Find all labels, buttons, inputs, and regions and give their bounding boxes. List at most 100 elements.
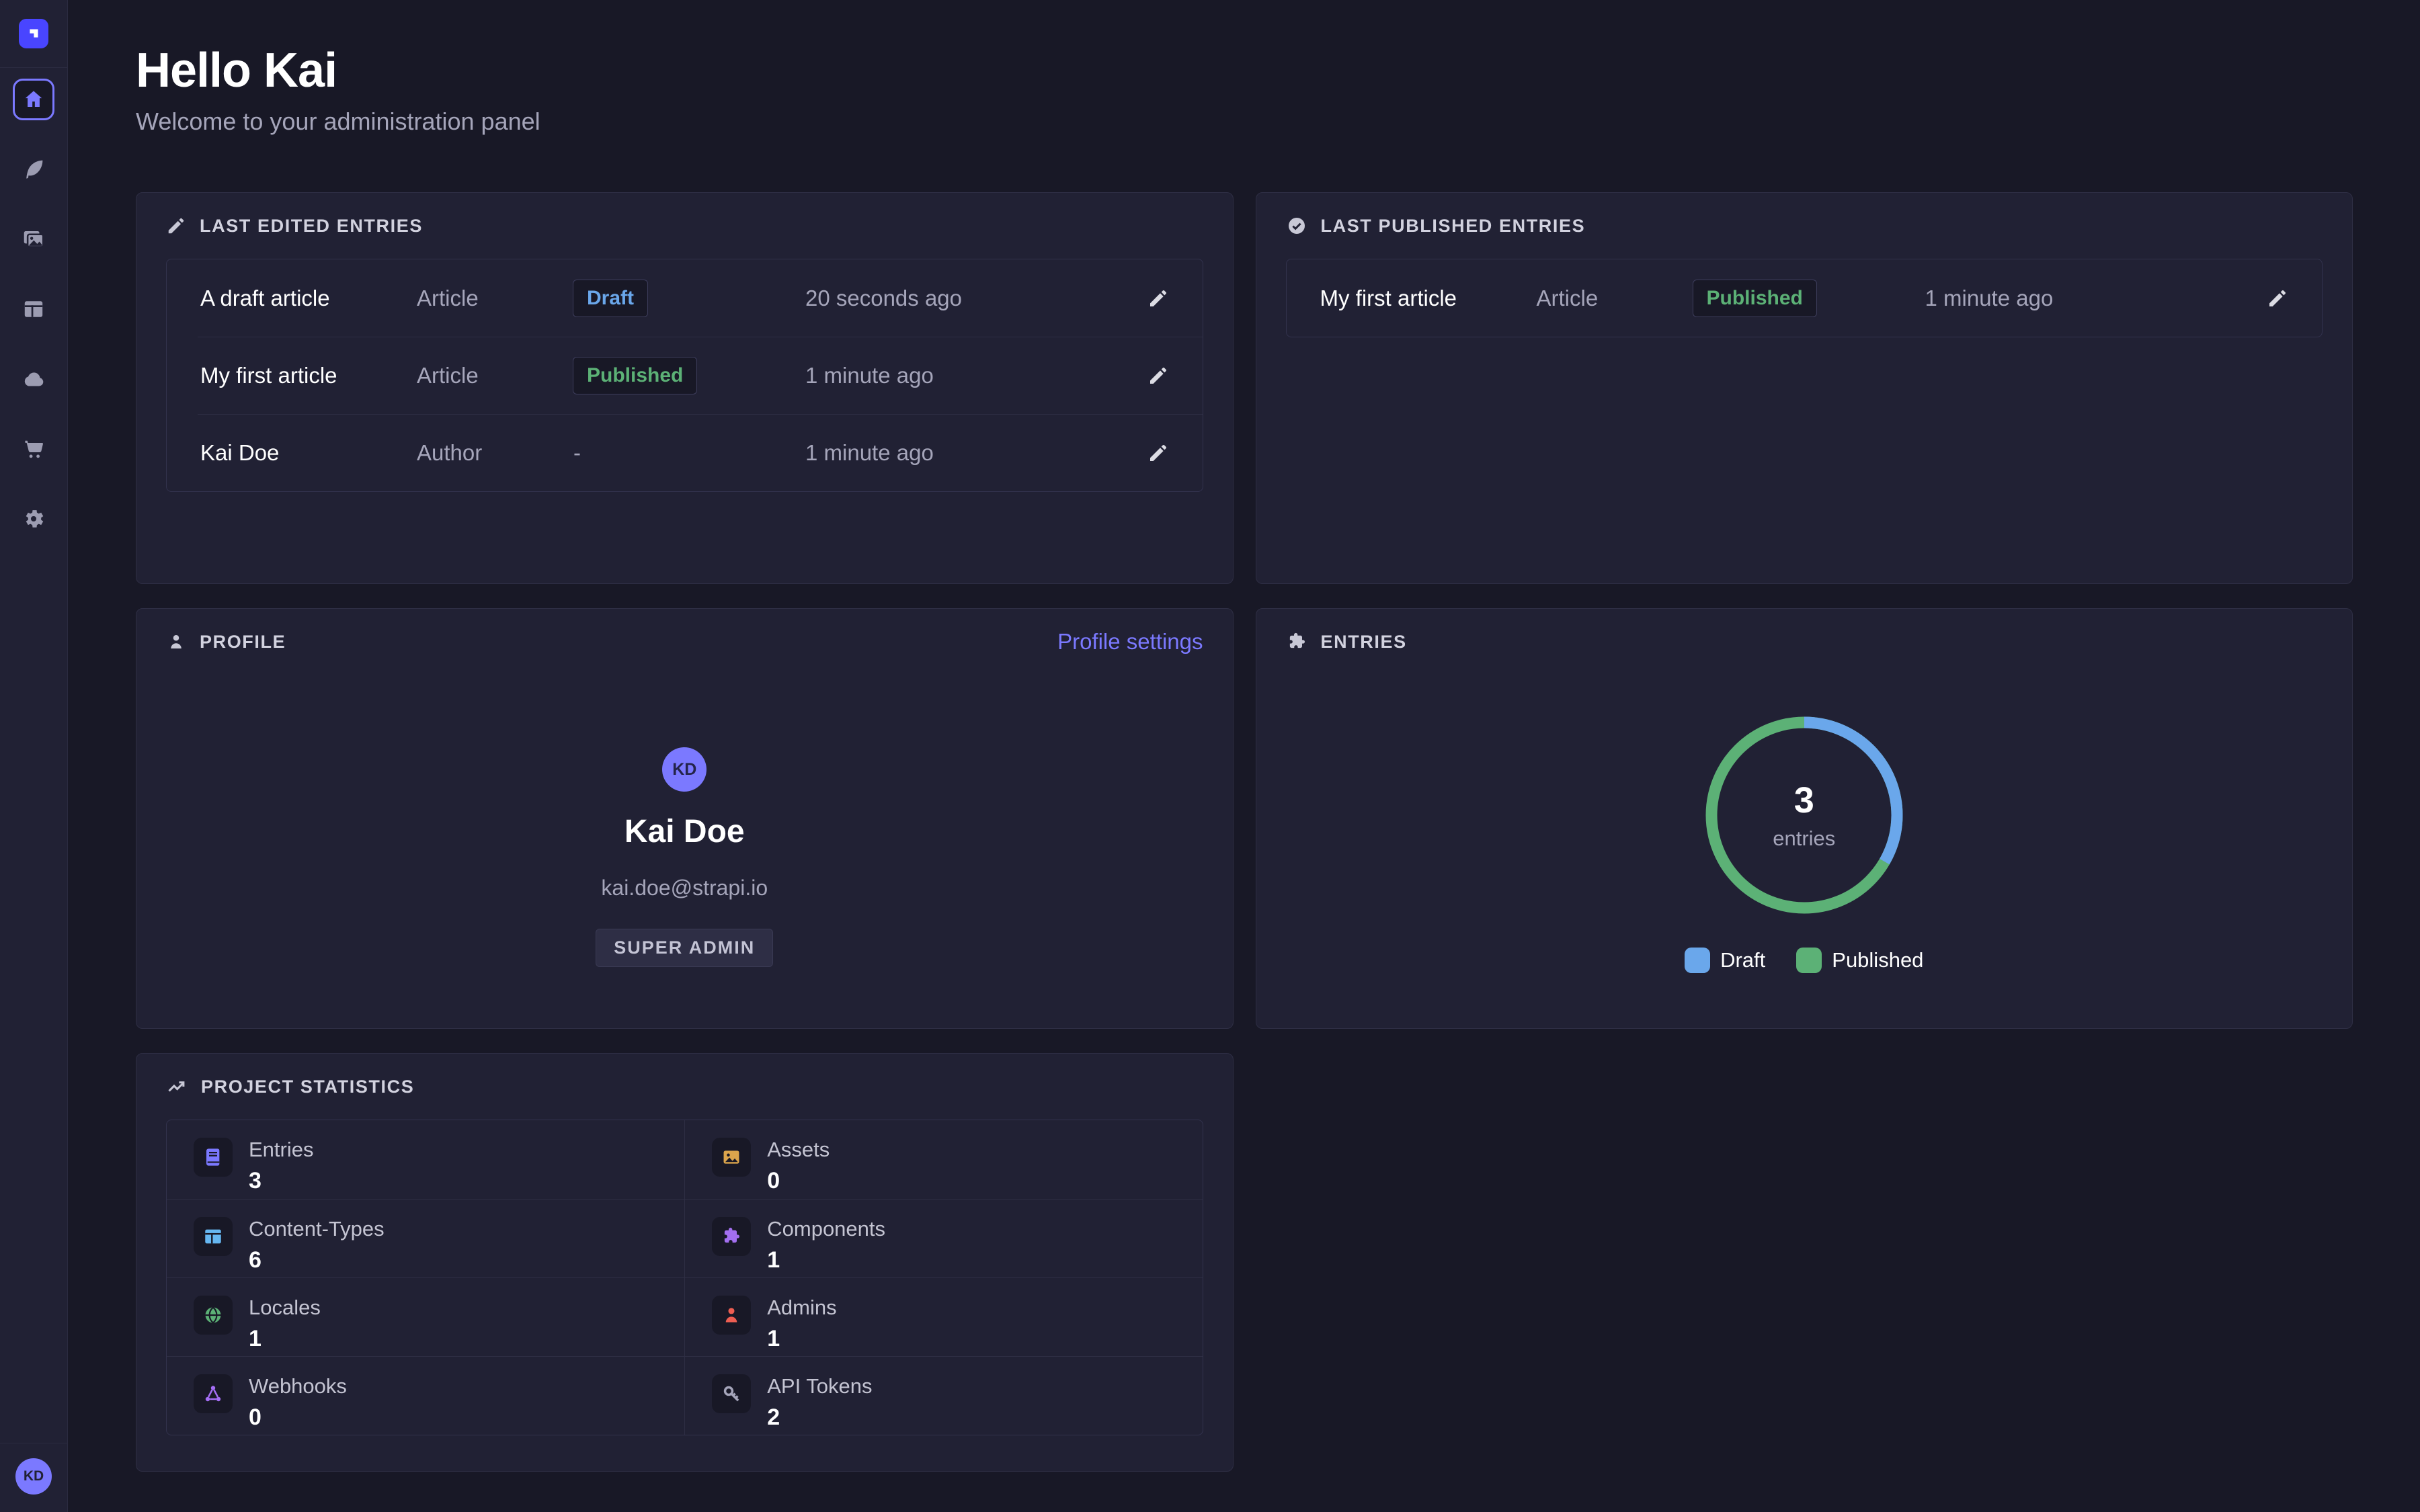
sidebar-nav [13, 79, 54, 540]
status-badge: Published [1693, 280, 1817, 317]
chart-legend: Draft Published [1286, 948, 2323, 973]
status-cell: - [573, 433, 805, 473]
stat-text: API Tokens 2 [767, 1374, 872, 1431]
profile-card: PROFILE Profile settings KD Kai Doe kai.… [136, 608, 1234, 1029]
stat-value: 2 [767, 1404, 872, 1431]
last-edited-entries-card: LAST EDITED ENTRIES A draft article Arti… [136, 192, 1234, 584]
role-badge: SUPER ADMIN [596, 929, 773, 967]
entry-type: Author [417, 440, 573, 466]
status-badge: - [573, 433, 595, 473]
user-initials: KD [24, 1468, 44, 1484]
stat-tile [712, 1217, 751, 1256]
stat-tile [194, 1138, 233, 1177]
profile-body: KD Kai Doe kai.doe@strapi.io SUPER ADMIN [166, 747, 1203, 967]
entries-donut-chart: 3 entries [1700, 711, 1908, 919]
legend-item-published: Published [1796, 948, 1923, 973]
cloud-icon [21, 366, 46, 392]
status-cell: Draft [573, 280, 805, 317]
sidebar-item-home[interactable] [13, 79, 54, 120]
content-types-icon [202, 1226, 224, 1247]
pencil-icon [1147, 288, 1169, 309]
card-title: LAST EDITED ENTRIES [200, 216, 423, 237]
user-avatar[interactable]: KD [15, 1458, 52, 1495]
cart-icon [22, 437, 46, 461]
stat-label: Entries [249, 1138, 313, 1162]
stat-label: API Tokens [767, 1374, 872, 1398]
entry-title: Kai Doe [200, 440, 417, 466]
sidebar-item-content-type-builder[interactable] [13, 288, 54, 330]
edit-button[interactable] [1135, 288, 1169, 309]
stat-tile [194, 1217, 233, 1256]
last-published-entries-card: LAST PUBLISHED ENTRIES My first article … [1256, 192, 2353, 584]
edit-button[interactable] [1135, 442, 1169, 464]
stat-text: Entries 3 [249, 1138, 313, 1194]
card-title: PROJECT STATISTICS [201, 1077, 414, 1097]
gear-icon [22, 507, 46, 531]
table-row[interactable]: Kai Doe Author - 1 minute ago [167, 414, 1203, 491]
stat-api-tokens: API Tokens 2 [684, 1356, 1202, 1435]
images-icon [21, 226, 46, 252]
sidebar-item-content-manager[interactable] [13, 149, 54, 190]
stat-tile [194, 1374, 233, 1413]
entries-icon [202, 1146, 224, 1168]
entry-time: 20 seconds ago [805, 286, 1135, 311]
table-row[interactable]: My first article Article Published 1 min… [1287, 259, 2323, 337]
profile-settings-link[interactable]: Profile settings [1057, 629, 1203, 655]
stat-tile [712, 1138, 751, 1177]
card-header: PROFILE Profile settings [166, 628, 1203, 656]
stat-content-types: Content-Types 6 [167, 1199, 684, 1277]
stat-value: 1 [767, 1326, 836, 1352]
stat-text: Webhooks 0 [249, 1374, 347, 1431]
published-swatch [1796, 948, 1822, 973]
status-badge: Published [573, 357, 697, 394]
stat-webhooks: Webhooks 0 [167, 1356, 684, 1435]
stat-text: Locales 1 [249, 1296, 321, 1352]
webhooks-icon [202, 1383, 224, 1404]
trending-up-icon [166, 1076, 188, 1097]
card-title: ENTRIES [1321, 632, 1407, 653]
stat-tile [712, 1296, 751, 1335]
stat-assets: Assets 0 [684, 1120, 1202, 1199]
profile-name: Kai Doe [624, 813, 745, 850]
edit-button[interactable] [1135, 365, 1169, 386]
stat-label: Components [767, 1217, 885, 1241]
entries-table: A draft article Article Draft 20 seconds… [166, 259, 1203, 492]
stat-label: Assets [767, 1138, 830, 1162]
pencil-icon [1147, 365, 1169, 386]
table-row[interactable]: My first article Article Published 1 min… [167, 337, 1203, 414]
stat-text: Components 1 [767, 1217, 885, 1273]
stat-label: Content-Types [249, 1217, 385, 1241]
assets-icon [721, 1146, 742, 1168]
entry-title: My first article [200, 363, 417, 388]
dashboard-grid: LAST EDITED ENTRIES A draft article Arti… [136, 192, 2353, 1472]
pencil-icon [166, 216, 186, 236]
entries-chart-card: ENTRIES 3 entries Draft [1256, 608, 2353, 1029]
stat-entries: Entries 3 [167, 1120, 684, 1199]
stat-tile [194, 1296, 233, 1335]
home-icon [22, 88, 45, 111]
table-row[interactable]: A draft article Article Draft 20 seconds… [167, 259, 1203, 337]
main-content: Hello Kai Welcome to your administration… [68, 0, 2420, 1472]
stat-locales: Locales 1 [167, 1277, 684, 1356]
entry-time: 1 minute ago [1925, 286, 2255, 311]
card-header: LAST EDITED ENTRIES [166, 212, 1203, 240]
entry-type: Article [417, 286, 573, 311]
card-title: PROFILE [200, 632, 286, 653]
stat-label: Admins [767, 1296, 836, 1320]
strapi-logo-icon [24, 24, 44, 44]
page-subtitle: Welcome to your administration panel [136, 108, 2353, 136]
layout-icon [22, 297, 46, 321]
stat-value: 6 [249, 1247, 385, 1273]
legend-item-draft: Draft [1685, 948, 1765, 973]
status-badge: Draft [573, 280, 648, 317]
sidebar-item-deploy[interactable] [13, 358, 54, 400]
stat-label: Webhooks [249, 1374, 347, 1398]
strapi-logo[interactable] [19, 19, 48, 48]
card-header: ENTRIES [1286, 628, 2323, 656]
sidebar-item-media-library[interactable] [13, 218, 54, 260]
sidebar-item-marketplace[interactable] [13, 428, 54, 470]
entries-unit: entries [1773, 827, 1835, 851]
edit-button[interactable] [2255, 288, 2288, 309]
project-statistics-card: PROJECT STATISTICS Entries 3 Assets 0 [136, 1053, 1234, 1472]
sidebar-item-settings[interactable] [13, 498, 54, 540]
